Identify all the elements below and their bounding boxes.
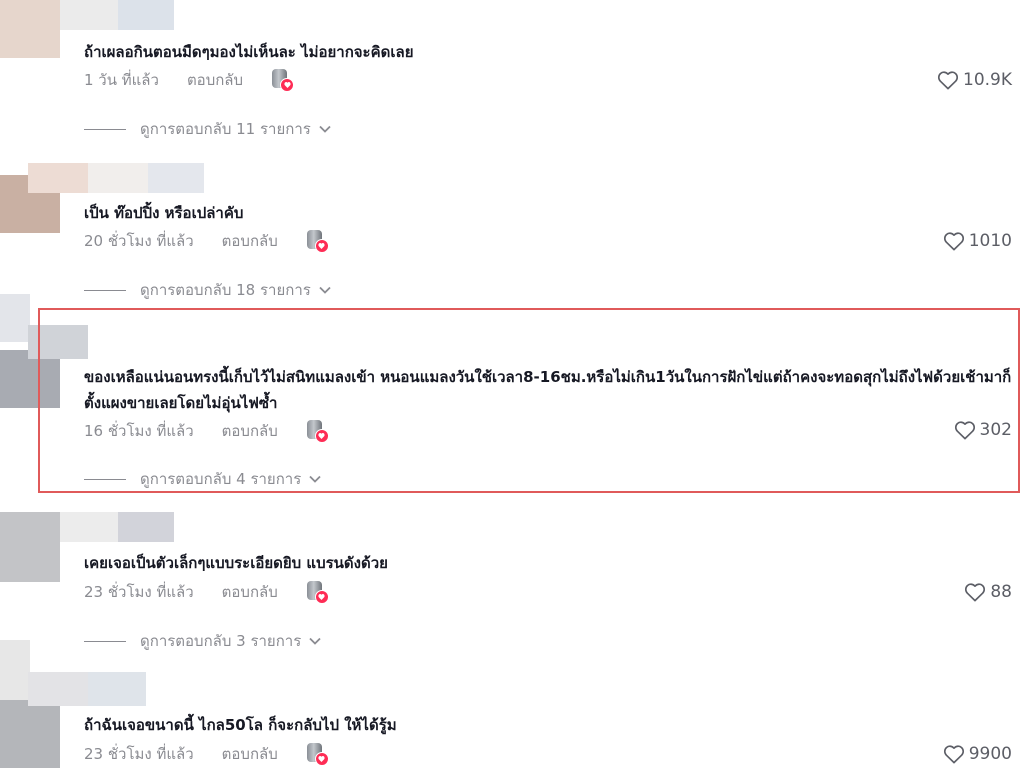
reply-button[interactable]: ตอบกลับ [222,229,278,253]
heart-badge-icon [280,78,295,92]
username-redacted [28,672,88,706]
comment-time: 20 ชั่วโมง ที่แล้ว [84,232,194,250]
like-count: 88 [990,582,1012,602]
comment-text: เป็น ท๊อปปิ้ง หรือเปล่าคับ [84,204,244,222]
heart-badge-icon [314,752,329,766]
divider-line [84,128,126,130]
username-redacted [60,0,118,30]
comment-meta: 1 วัน ที่แล้ว ตอบกลับ [84,68,295,92]
view-replies-button[interactable]: ดูการตอบกลับ 3 รายการ [84,631,321,651]
username-redacted [88,163,148,193]
heart-outline-icon [943,745,964,764]
comment-time: 1 วัน ที่แล้ว [84,71,159,89]
comment-meta: 23 ชั่วโมง ที่แล้ว ตอบกลับ [84,742,329,766]
heart-outline-icon [943,232,964,251]
username-redacted [60,512,118,542]
comment-meta: 23 ชั่วโมง ที่แล้ว ตอบกลับ [84,580,329,604]
comment-text: ถ้าเผลอกินตอนมืดๆมองไม่เห็นละ ไม่อยากจะค… [84,43,414,61]
avatar[interactable] [0,512,60,582]
avatar[interactable] [0,700,60,768]
reply-button[interactable]: ตอบกลับ [222,580,278,604]
divider-line [84,640,126,642]
comment-time: 23 ชั่วโมง ที่แล้ว [84,583,194,601]
comment-meta: 20 ชั่วโมง ที่แล้ว ตอบกลับ [84,229,329,253]
creator-liked-avatar-icon [306,581,329,604]
chevron-down-icon [309,637,321,645]
heart-badge-icon [314,239,329,253]
view-replies-label: ดูการตอบกลับ 11 รายการ [140,120,311,138]
reply-button[interactable]: ตอบกลับ [187,68,243,92]
username-redacted [0,640,30,700]
like-button[interactable]: 1010 [943,229,1012,253]
username-redacted [118,0,174,30]
reply-button[interactable]: ตอบกลับ [222,742,278,766]
like-button[interactable]: 10.9K [937,68,1012,92]
like-button[interactable]: 88 [964,580,1012,604]
username-redacted [88,672,146,706]
username-redacted [148,163,204,193]
like-button[interactable]: 9900 [943,742,1012,766]
chevron-down-icon [319,125,331,133]
comment-time: 23 ชั่วโมง ที่แล้ว [84,745,194,763]
view-replies-button[interactable]: ดูการตอบกลับ 11 รายการ [84,119,331,139]
view-replies-label: ดูการตอบกลับ 3 รายการ [140,632,302,650]
view-replies-button[interactable]: ดูการตอบกลับ 18 รายการ [84,280,331,300]
view-replies-label: ดูการตอบกลับ 18 รายการ [140,281,311,299]
heart-outline-icon [937,71,959,90]
comment-text: ถ้าฉันเจอขนาดนี้ ไกล50โล ก็จะกลับไป ให้ไ… [84,716,397,734]
creator-liked-avatar-icon [271,69,295,92]
like-count: 9900 [968,744,1012,764]
divider-line [84,289,126,291]
creator-liked-avatar-icon [306,743,329,766]
avatar[interactable] [0,0,60,58]
creator-liked-avatar-icon [306,230,329,253]
username-redacted [118,512,174,542]
username-redacted [0,294,30,342]
heart-badge-icon [314,590,329,604]
chevron-down-icon [319,286,331,294]
comment-text: เคยเจอเป็นตัวเล็กๆแบบระเอียดยิบ แบรนดังด… [84,554,388,572]
like-count: 1010 [968,231,1012,251]
username-redacted [28,163,88,193]
heart-outline-icon [965,583,986,602]
like-count: 10.9K [963,70,1012,90]
highlight-box [38,308,1020,493]
